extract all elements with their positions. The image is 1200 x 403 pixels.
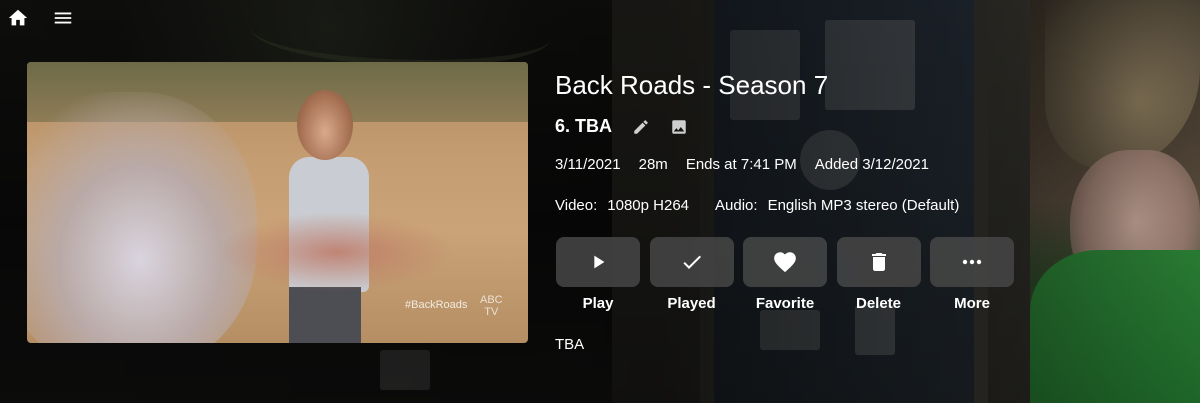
more-icon	[962, 259, 982, 265]
more-action: More	[930, 237, 1014, 312]
audio-value: English MP3 stereo (Default)	[767, 197, 960, 214]
favorite-action: Favorite	[743, 237, 827, 312]
episode-thumbnail[interactable]: #BackRoads ABC TV	[27, 62, 528, 343]
trash-icon	[871, 253, 886, 271]
delete-label: Delete	[855, 295, 902, 312]
menu-icon[interactable]	[52, 7, 74, 29]
home-icon[interactable]	[7, 7, 29, 29]
media-info: Video: 1080p H264 Audio: English MP3 ste…	[555, 197, 959, 214]
thumbnail-hashtag: #BackRoads	[405, 299, 468, 311]
delete-button[interactable]	[836, 237, 921, 287]
end-time: Ends at 7:41 PM	[685, 156, 797, 173]
date-added: Added 3/12/2021	[814, 156, 929, 173]
more-label: More	[954, 295, 990, 312]
played-button[interactable]	[649, 237, 734, 287]
favorite-label: Favorite	[755, 295, 815, 312]
episode-title: 6. TBA	[555, 116, 613, 136]
episode-title-row: 6. TBA	[555, 116, 688, 137]
pencil-icon[interactable]	[632, 118, 650, 136]
air-date: 3/11/2021	[555, 156, 621, 173]
episode-meta: 3/11/2021 28m Ends at 7:41 PM Added 3/12…	[555, 156, 947, 173]
played-label: Played	[667, 295, 716, 312]
delete-action: Delete	[836, 237, 921, 312]
check-icon	[682, 255, 701, 269]
image-icon[interactable]	[670, 118, 688, 136]
network-logo: ABC TV	[480, 294, 503, 318]
audio-label: Audio:	[715, 197, 758, 214]
more-button[interactable]	[930, 237, 1014, 287]
episode-overview: TBA	[555, 336, 585, 353]
favorite-button[interactable]	[743, 237, 827, 287]
series-title[interactable]: Back Roads - Season 7	[555, 70, 828, 101]
action-bar: Play Played Favorite Delete More	[556, 237, 1024, 312]
play-icon	[594, 255, 605, 269]
video-label: Video:	[555, 197, 598, 214]
video-value: 1080p H264	[607, 197, 690, 214]
runtime: 28m	[638, 156, 668, 173]
play-action: Play	[556, 237, 640, 312]
play-label: Play	[582, 295, 614, 312]
played-action: Played	[649, 237, 734, 312]
heart-icon	[774, 252, 796, 273]
play-button[interactable]	[556, 237, 640, 287]
